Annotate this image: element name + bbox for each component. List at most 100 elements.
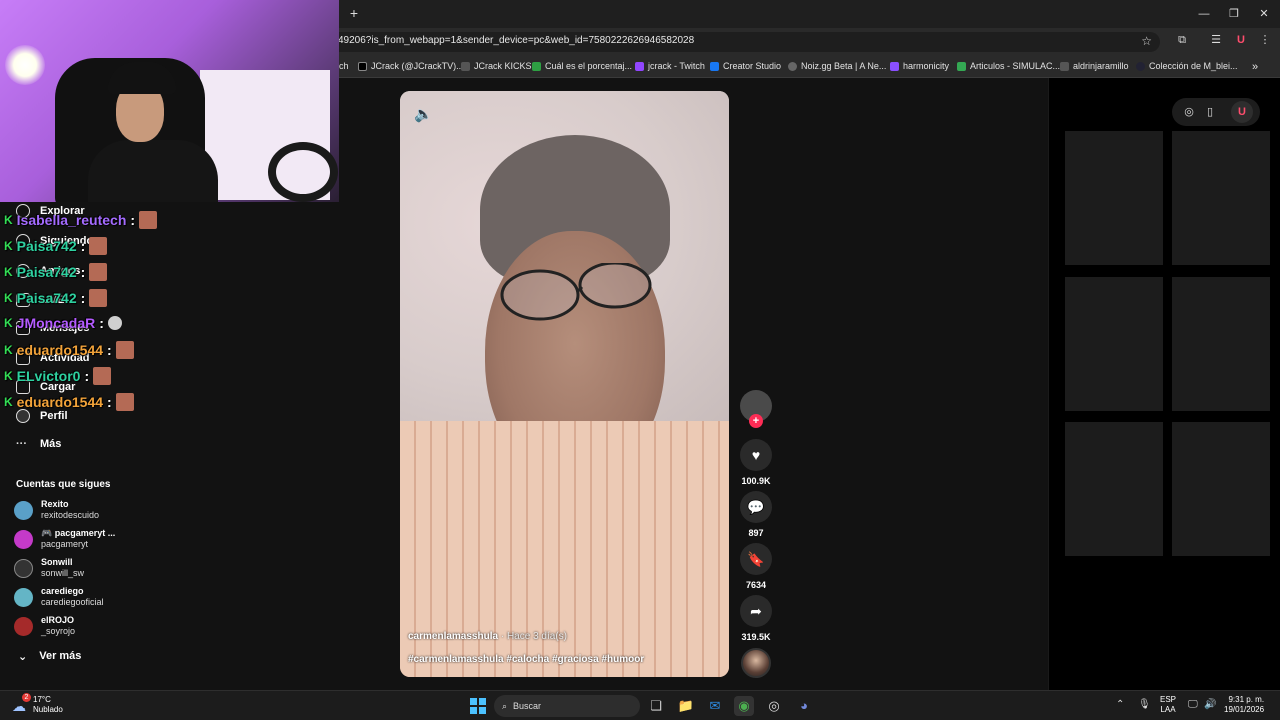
more-bookmarks-icon[interactable]: » xyxy=(1252,61,1258,73)
chat-colon: : xyxy=(107,394,112,410)
obs-icon[interactable]: ◎ xyxy=(764,696,784,716)
chevron-down-icon: ⌄ xyxy=(18,651,28,663)
author-name: carmenlamasshula xyxy=(408,631,499,642)
notification-badge: 2 xyxy=(22,693,31,702)
bookmark-label: harmonicity xyxy=(903,61,950,71)
video-tile[interactable] xyxy=(1065,422,1163,556)
video-tile[interactable] xyxy=(1172,131,1270,265)
like-button[interactable]: ♥ xyxy=(740,439,772,471)
emote-icon xyxy=(89,289,108,307)
language-code: ESP xyxy=(1160,695,1177,704)
video-tile[interactable] xyxy=(1172,277,1270,411)
media-controls-icon[interactable]: ☰ xyxy=(1208,32,1224,48)
close-window-button[interactable]: ✕ xyxy=(1256,6,1272,22)
clock[interactable]: 9:31 p. m. 19/01/2026 xyxy=(1224,695,1264,715)
chat-message: K Paisa742: xyxy=(4,263,108,281)
noiz-icon xyxy=(788,61,797,71)
comment-button[interactable]: 💬 xyxy=(740,491,772,523)
ring-light xyxy=(5,45,45,85)
bookmark-item[interactable]: Cuál es el porcentaj... xyxy=(532,61,632,71)
emote-icon xyxy=(115,341,134,359)
file-explorer-icon[interactable]: 📁 xyxy=(676,696,696,716)
bookmark-label: aldrinjaramillo xyxy=(1073,61,1129,71)
bookmark-item[interactable]: harmonicity xyxy=(890,61,949,71)
browser-menu-icon[interactable]: ⋮ xyxy=(1257,32,1273,48)
extensions-icon[interactable]: ⧉ xyxy=(1174,32,1190,48)
video-tile[interactable] xyxy=(1065,277,1163,411)
profile-extension-icon[interactable]: U xyxy=(1233,32,1249,48)
following-account[interactable]: carediego carediegooficial xyxy=(14,586,104,608)
music-disc[interactable] xyxy=(741,648,771,678)
bookmark-item[interactable]: Creator Studio xyxy=(710,61,781,71)
following-account[interactable]: elROJO _soyrojo xyxy=(14,615,75,637)
chat-username: eduardo1544 xyxy=(16,342,104,358)
new-tab-button[interactable]: + xyxy=(346,5,362,21)
share-button[interactable]: ➦ xyxy=(740,595,772,627)
user-avatar[interactable]: U xyxy=(1231,101,1253,123)
chat-username: eduardo1544 xyxy=(16,394,104,410)
bookmark-item[interactable]: Articulos - SIMULAC... xyxy=(957,61,1060,71)
nav-label: Perfil xyxy=(40,410,68,422)
see-more-button[interactable]: ⌄ Ver más xyxy=(18,650,81,663)
discord-icon[interactable]: ◕ xyxy=(794,696,814,716)
bookmark-label: jcrack - Twitch xyxy=(648,61,705,71)
chat-message: Keduardo1544: xyxy=(4,341,134,359)
bookmark-star-icon[interactable]: ☆ xyxy=(1141,34,1152,48)
video-hashtags[interactable]: #carmenlamasshula #calocha #graciosa #hu… xyxy=(408,654,644,665)
comment-count: 897 xyxy=(748,528,764,538)
restore-button[interactable]: ❐ xyxy=(1226,6,1242,22)
explore-compass-icon[interactable]: ◎ xyxy=(1182,105,1196,119)
nav-more[interactable]: ··· Más xyxy=(16,438,61,450)
weather-widget[interactable]: 17°C Nublado xyxy=(33,695,63,715)
bookmark-item[interactable]: JCrack (@JCrackTV)... xyxy=(358,61,464,71)
chrome-icon[interactable]: ◉ xyxy=(734,696,754,716)
mail-icon[interactable]: ✉ xyxy=(705,696,725,716)
network-icon[interactable]: 🖵 xyxy=(1188,699,1198,710)
bookmark-item[interactable]: ch xyxy=(339,61,349,71)
following-account[interactable]: Sonwill sonwill_sw xyxy=(14,557,84,579)
bookmark-item[interactable]: jcrack - Twitch xyxy=(635,61,705,71)
bookmark-item[interactable]: Noiz.gg Beta | A Ne... xyxy=(788,61,886,71)
video-tile[interactable] xyxy=(1065,131,1163,265)
chat-colon: : xyxy=(107,342,112,358)
profile-avatar-icon xyxy=(16,409,30,423)
microphone-icon[interactable]: 🎙 xyxy=(1138,699,1151,710)
kick-badge-icon: K xyxy=(4,265,13,279)
volume-icon[interactable]: 🔈 xyxy=(414,105,433,123)
webcam-overlay xyxy=(0,0,339,202)
address-bar[interactable]: 49206?is_from_webapp=1&sender_device=pc&… xyxy=(330,32,1160,52)
x-logo-icon xyxy=(358,61,367,71)
bookmark-item[interactable]: JCrack KICKS xyxy=(461,61,532,71)
following-account[interactable]: Rexito rexitodescuido xyxy=(14,499,99,521)
search-icon: ⌕ xyxy=(502,700,508,711)
follow-plus-button[interactable]: + xyxy=(749,414,763,428)
kick-badge-icon: K xyxy=(4,291,13,305)
page-icon xyxy=(532,61,541,71)
video-player[interactable]: 🔈 carmenlamasshula · Hace 3 día(s) #carm… xyxy=(400,91,729,677)
twitch-icon xyxy=(635,61,644,71)
kick-icon xyxy=(461,61,470,71)
task-view-icon[interactable]: ❏ xyxy=(646,696,666,716)
tray-chevron-icon[interactable]: ⌃ xyxy=(1116,699,1124,710)
following-account[interactable]: 🎮 pacgameryt ... pacgameryt xyxy=(14,528,115,550)
minimize-button[interactable]: — xyxy=(1196,6,1212,22)
heart-icon: ♥ xyxy=(751,447,761,463)
account-handle: pacgameryt xyxy=(41,539,89,549)
video-tile[interactable] xyxy=(1172,422,1270,556)
bookmark-item[interactable]: aldrinjaramillo xyxy=(1060,61,1129,71)
search-placeholder: Buscar xyxy=(513,701,542,711)
bookmark-icon: 🔖 xyxy=(747,551,765,567)
volume-tray-icon[interactable]: 🔊 xyxy=(1204,699,1216,710)
emote-icon xyxy=(115,393,134,411)
temperature: 17°C xyxy=(33,695,51,704)
emote-icon xyxy=(89,263,108,281)
taskbar-search[interactable]: ⌕ Buscar xyxy=(494,695,640,717)
language-indicator[interactable]: ESP LAA xyxy=(1160,695,1176,715)
nav-profile[interactable]: Perfil xyxy=(16,409,68,423)
phone-icon[interactable]: ▯ xyxy=(1203,105,1217,119)
video-author[interactable]: carmenlamasshula · Hace 3 día(s) xyxy=(408,631,567,642)
save-button[interactable]: 🔖 xyxy=(740,543,772,575)
start-button[interactable] xyxy=(470,698,486,714)
bookmark-label: Colección de M_blei... xyxy=(1149,61,1238,71)
bookmark-item[interactable]: Colección de M_blei... xyxy=(1136,61,1238,71)
